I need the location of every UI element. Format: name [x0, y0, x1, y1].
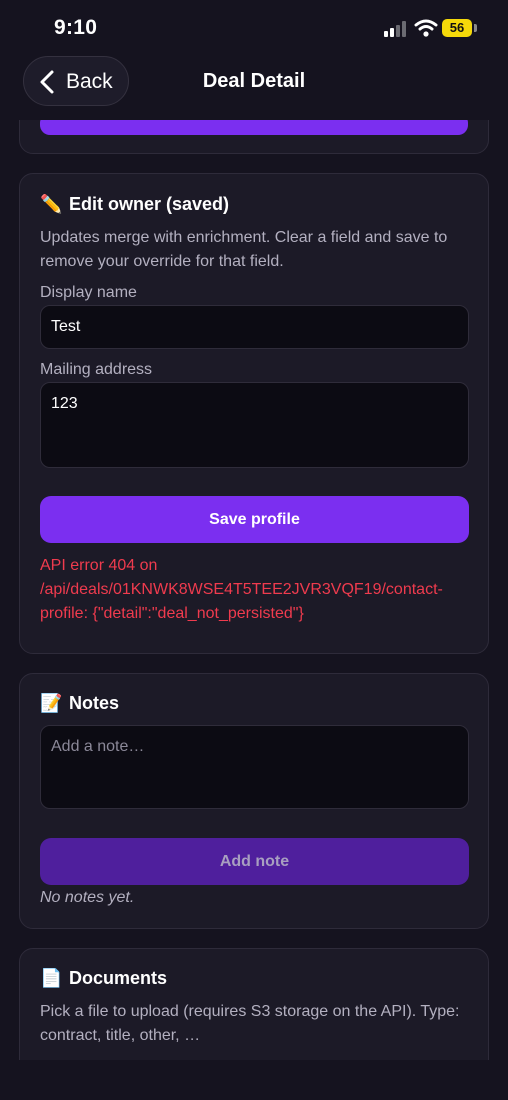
cellular-signal-icon [384, 21, 408, 37]
edit-owner-card: ✏️ Edit owner (saved) Updates merge with … [19, 173, 489, 654]
scroll-content[interactable]: ✏️ Edit owner (saved) Updates merge with … [0, 120, 508, 1060]
documents-description: Pick a file to upload (requires S3 stora… [40, 1003, 460, 1044]
mailing-address-textarea[interactable]: 123 [40, 382, 469, 468]
display-name-value: Test [51, 318, 81, 335]
documents-card: 📄 Documents Pick a file to upload (requir… [19, 948, 489, 1060]
battery-icon: 56 [442, 19, 472, 37]
notes-card: 📝 Notes Add a note… Add note No notes yet… [19, 673, 489, 929]
display-name-input[interactable]: Test [40, 305, 469, 349]
notes-title-text: Notes [69, 693, 120, 713]
wifi-icon [414, 18, 438, 38]
mailing-address-value: 123 [51, 395, 78, 412]
status-bar: 9:10 56 [0, 0, 508, 56]
edit-owner-title: ✏️ Edit owner (saved) [40, 194, 229, 215]
add-note-button[interactable]: Add note [40, 838, 469, 885]
notes-title: 📝 Notes [40, 693, 119, 714]
documents-title: 📄 Documents [40, 968, 167, 989]
documents-title-text: Documents [69, 968, 168, 988]
memo-icon: 📝 [40, 693, 63, 713]
previous-card [19, 120, 489, 154]
navigation-bar: Back Deal Detail [0, 56, 508, 120]
status-time: 9:10 [54, 16, 98, 39]
error-message: API error 404 on /api/deals/01KNWK8WSE4T… [40, 557, 443, 622]
notes-empty-text: No notes yet. [40, 889, 135, 906]
previous-card-button[interactable] [40, 120, 468, 135]
note-placeholder: Add a note… [51, 738, 145, 755]
edit-owner-description: Updates merge with enrichment. Clear a f… [40, 229, 448, 270]
pencil-icon: ✏️ [40, 194, 63, 214]
battery-tip [474, 24, 477, 32]
mailing-address-label: Mailing address [40, 361, 153, 378]
page-title: Deal Detail [202, 70, 306, 92]
note-textarea[interactable]: Add a note… [40, 725, 469, 809]
edit-owner-title-text: Edit owner (saved) [69, 194, 230, 214]
display-name-label: Display name [40, 284, 137, 301]
save-profile-button[interactable]: Save profile [40, 496, 469, 543]
document-icon: 📄 [40, 968, 63, 988]
bottom-area [0, 1060, 508, 1100]
